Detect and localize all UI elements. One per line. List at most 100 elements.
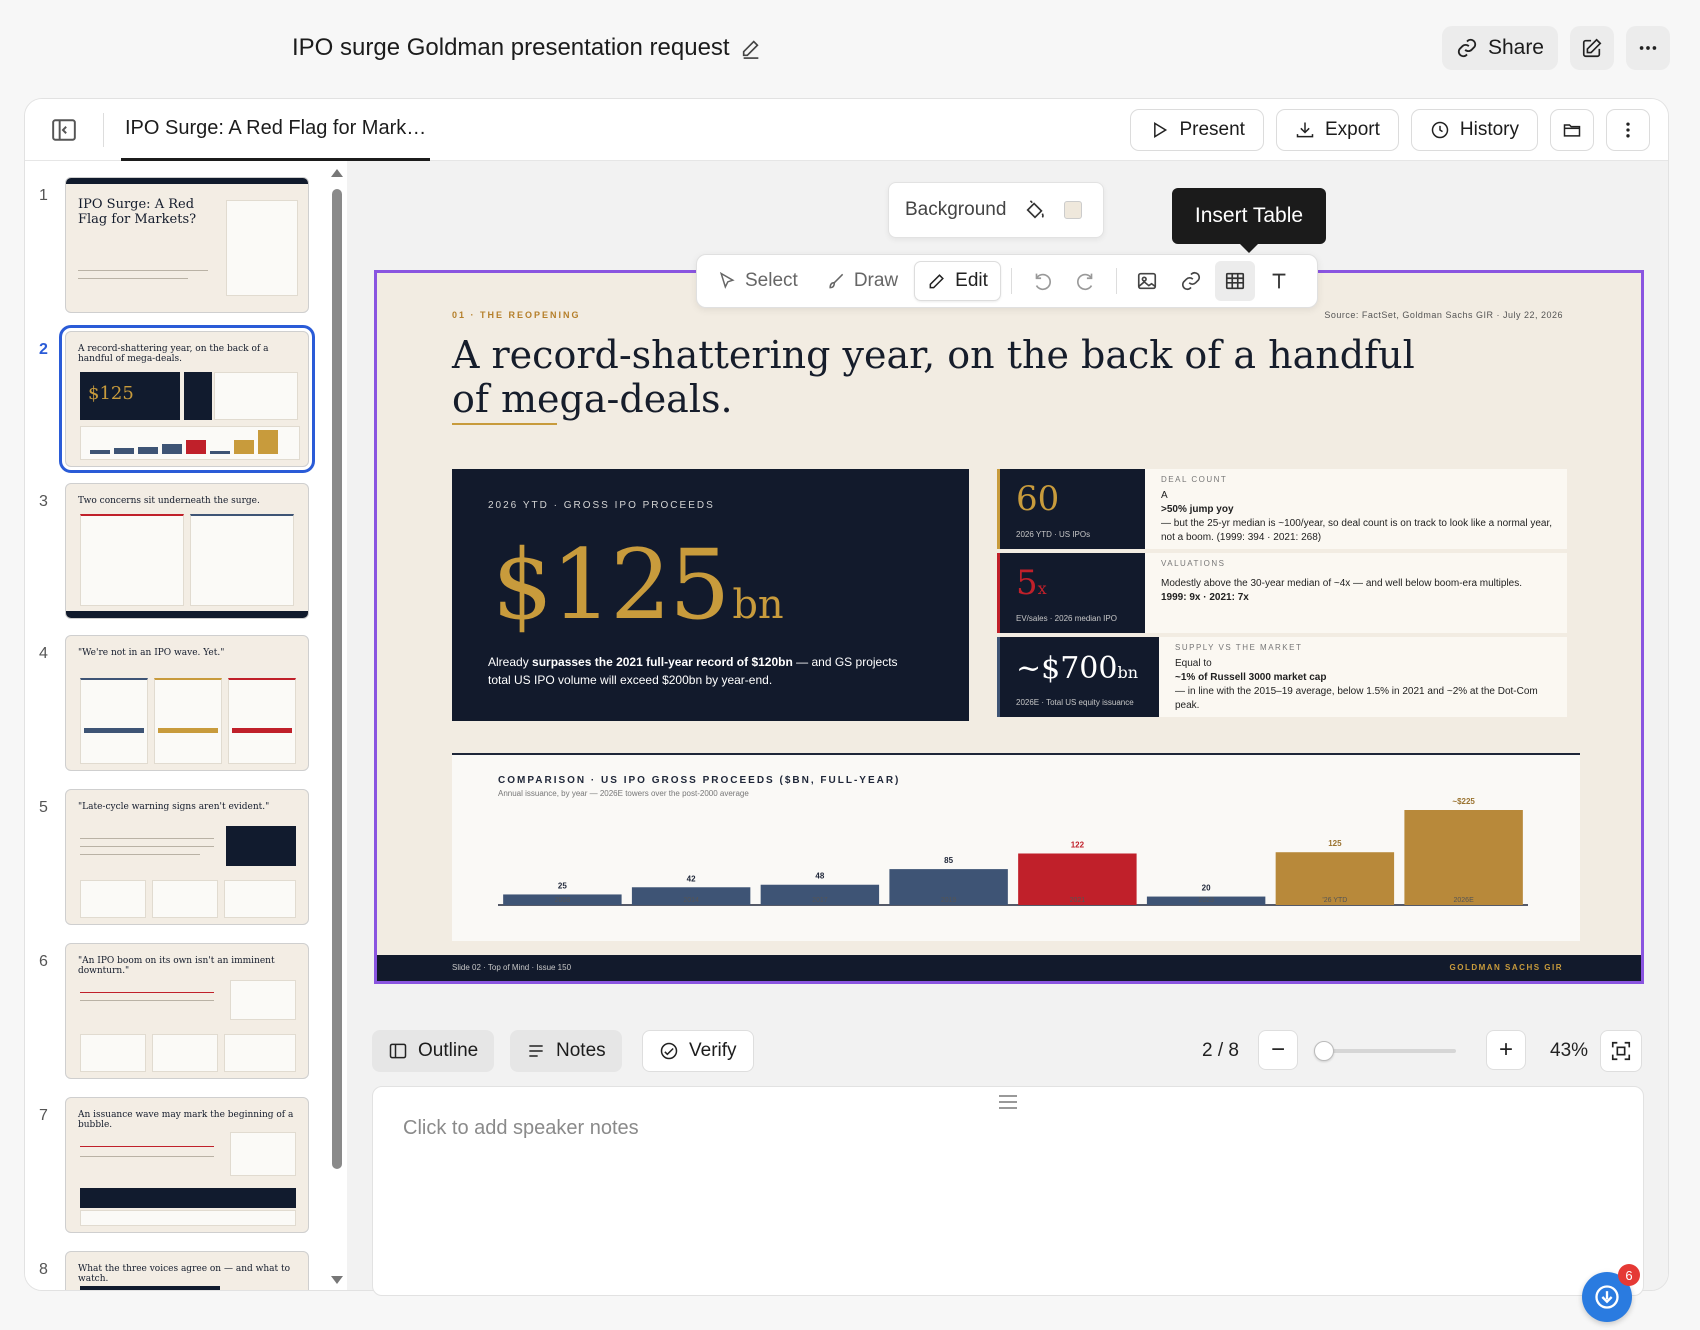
page-indicator: 2 / 8 [1202, 1040, 1239, 1061]
thumbnail-preview: "We're not in an IPO wave. Yet." [65, 635, 309, 771]
scroll-up-arrow[interactable] [331, 169, 343, 177]
thumbnail-2[interactable]: 2 A record-shattering year, on the back … [25, 325, 347, 473]
export-button[interactable]: Export [1275, 109, 1399, 151]
chart-value-label: 85 [944, 856, 953, 865]
scroll-thumb[interactable] [332, 189, 342, 1169]
toolbar-divider [1115, 268, 1117, 294]
background-popover[interactable]: Background [888, 182, 1104, 238]
slide-kicker: 01 · THE REOPENING [452, 310, 581, 320]
thumbnail-5[interactable]: 5 "Late-cycle warning signs aren't evide… [25, 789, 347, 929]
insert-text-button[interactable] [1259, 261, 1299, 301]
undo-icon [1035, 273, 1051, 291]
thumbnail-preview: What the three voices agree on — and wha… [65, 1251, 309, 1290]
stat-text: Equal to ~1% of Russell 3000 market cap … [1175, 657, 1557, 713]
fit-screen-button[interactable] [1600, 1030, 1642, 1072]
zoom-percentage: 43% [1550, 1040, 1589, 1061]
document-title[interactable]: IPO surge Goldman presentation request [292, 34, 762, 62]
folder-button[interactable] [1550, 109, 1594, 151]
verify-button[interactable]: Verify [642, 1030, 754, 1072]
thumbnail-7[interactable]: 7 An issuance wave may mark the beginnin… [25, 1097, 347, 1237]
slide-title: A record-shattering year, on the back of… [452, 333, 1415, 421]
slide-canvas[interactable]: 01 · THE REOPENING Source: FactSet, Gold… [374, 270, 1644, 984]
zoom-slider-track[interactable] [1314, 1049, 1456, 1053]
brush-icon [829, 273, 844, 289]
outline-label: Outline [418, 1040, 479, 1061]
thumbnail-title: A record-shattering year, on the back of… [78, 344, 269, 365]
present-button[interactable]: Present [1130, 109, 1264, 151]
redo-button[interactable] [1066, 261, 1106, 301]
stat-caption: 2026 YTD · US IPOs [1016, 530, 1091, 539]
stat-deal-count: 60 2026 YTD · US IPOs DEAL COUNT A >50% … [997, 469, 1567, 549]
notes-resize-handle[interactable] [999, 1095, 1017, 1113]
play-icon [1154, 121, 1168, 139]
chart-category-label: '26 YTD [1322, 897, 1347, 904]
vertical-ellipsis-icon [1626, 122, 1630, 138]
zoom-in-button[interactable]: + [1486, 1030, 1526, 1070]
thumbnail-8[interactable]: 8 What the three voices agree on — and w… [25, 1251, 347, 1290]
share-button[interactable]: Share [1441, 26, 1558, 70]
stat-label: SUPPLY VS THE MARKET [1175, 643, 1303, 652]
notes-placeholder: Click to add speaker notes [403, 1117, 639, 1139]
download-icon [1296, 122, 1314, 138]
stat-text: Modestly above the 30-year median of ~4x… [1161, 577, 1557, 605]
thumbnail-4[interactable]: 4 "We're not in an IPO wave. Yet." [25, 635, 347, 775]
undo-button[interactable] [1022, 261, 1062, 301]
edit-square-icon [1582, 38, 1602, 58]
outline-button[interactable]: Outline [372, 1030, 495, 1072]
cursor-icon [719, 271, 735, 289]
redo-icon [1076, 273, 1093, 291]
select-tool[interactable]: Select [705, 261, 810, 301]
thumbnail-preview: "An IPO boom on its own isn't an imminen… [65, 943, 309, 1079]
speaker-notes[interactable]: Click to add speaker notes [372, 1086, 1644, 1296]
thumbnail-preview: "Late-cycle warning signs aren't evident… [65, 789, 309, 925]
chart-value-label: ~$225 [1452, 797, 1475, 806]
thumbnail-scrollbar[interactable] [329, 161, 343, 1290]
insert-table-button[interactable] [1214, 261, 1255, 301]
thumbnail-3[interactable]: 3 Two concerns sit underneath the surge. [25, 483, 347, 623]
edit-tool[interactable]: Edit [914, 261, 1001, 301]
footer-left: Slide 02 · Top of Mind · Issue 150 [452, 963, 572, 972]
insert-image-button[interactable] [1127, 261, 1167, 301]
fit-screen-icon [1611, 1041, 1631, 1061]
scroll-down-arrow[interactable] [331, 1276, 343, 1284]
draw-tool[interactable]: Draw [814, 261, 910, 301]
notification-badge: 6 [1618, 1264, 1640, 1286]
zoom-slider-knob[interactable] [1314, 1041, 1334, 1061]
stat-line: Equal to [1175, 658, 1212, 669]
edit-document-button[interactable] [1570, 26, 1614, 70]
thumbnail-number: 3 [39, 493, 48, 510]
thumbnail-preview: Two concerns sit underneath the surge. [65, 483, 309, 619]
stat-number: ~$700bn [1016, 651, 1138, 686]
thumbnail-title: An issuance wave may mark the beginning … [78, 1110, 294, 1131]
chart-category-label: 2026E [1454, 897, 1475, 904]
ellipsis-icon [1639, 46, 1657, 50]
stat-body: — but the 25-yr median is ~100/year, so … [1161, 518, 1553, 543]
notes-button[interactable]: Notes [510, 1030, 622, 1072]
pencil-icon[interactable] [740, 37, 762, 59]
history-button[interactable]: History [1410, 109, 1538, 151]
insert-link-button[interactable] [1171, 261, 1211, 301]
verify-check-icon [660, 1042, 678, 1060]
paint-bucket-icon[interactable] [1024, 199, 1046, 221]
chart-category-label: 2023 [1198, 897, 1214, 904]
panel-more-button[interactable] [1606, 109, 1650, 151]
link-icon [1181, 271, 1200, 291]
title-underline [452, 423, 557, 425]
thumbnail-preview: An issuance wave may mark the beginning … [65, 1097, 309, 1233]
stat-line: A [1161, 490, 1168, 501]
presentation-tab[interactable]: IPO Surge: A Red Flag for Mark… [121, 99, 431, 161]
thumbnail-title: What the three voices agree on — and wha… [78, 1264, 290, 1285]
slide-source: Source: FactSet, Goldman Sachs GIR · Jul… [1324, 310, 1563, 320]
footer-right: GOLDMAN SACHS GIR [1449, 963, 1563, 972]
background-color-swatch[interactable] [1064, 201, 1083, 219]
more-options-button[interactable] [1626, 26, 1670, 70]
thumbnail-6[interactable]: 6 "An IPO boom on its own isn't an immin… [25, 943, 347, 1083]
stat-box: 60 2026 YTD · US IPOs [997, 469, 1145, 549]
edit-label: Edit [955, 270, 988, 291]
chart-category-label: 2017 [812, 897, 828, 904]
thumbnail-title: "We're not in an IPO wave. Yet." [78, 648, 225, 658]
chart-category-label: 2014 [683, 897, 699, 904]
sidebar-toggle-icon[interactable] [51, 117, 77, 143]
thumbnail-1[interactable]: 1 IPO Surge: A Red Flag for Markets? [25, 177, 347, 317]
zoom-out-button[interactable]: − [1258, 1030, 1298, 1070]
